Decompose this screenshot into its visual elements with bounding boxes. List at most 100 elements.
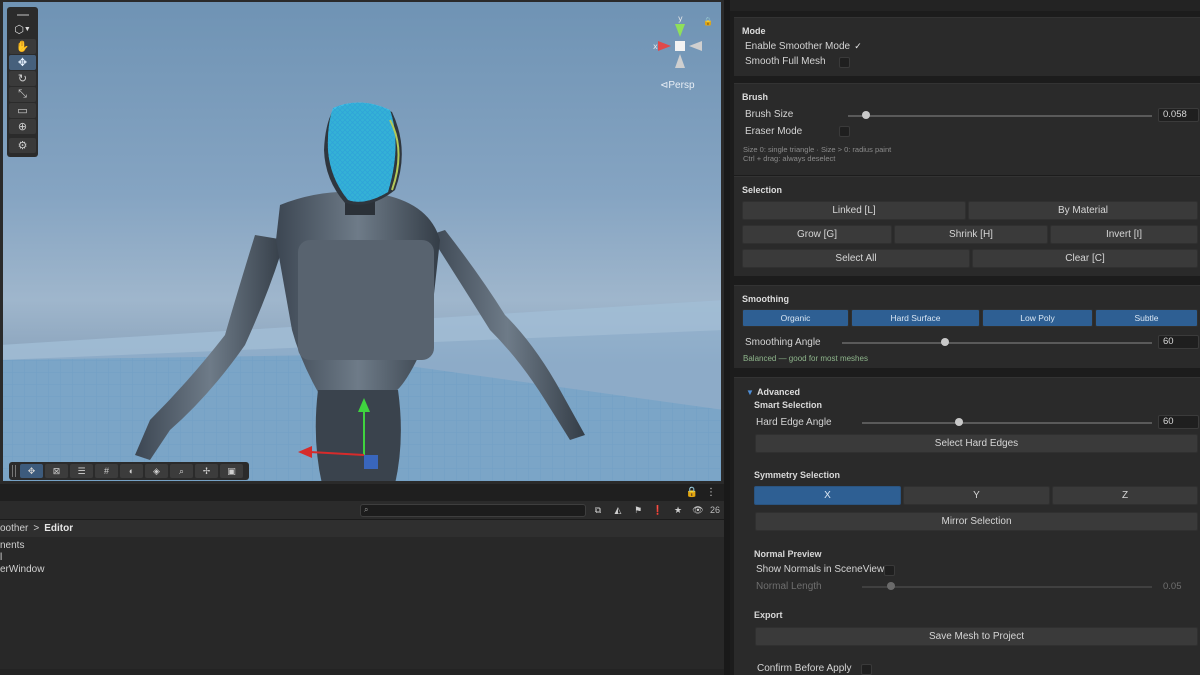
- breadcrumb: oother > Editor: [0, 520, 724, 537]
- transform-tool-button[interactable]: ⊕: [9, 119, 36, 134]
- by-material-button[interactable]: By Material: [968, 201, 1198, 220]
- custom-tool-button[interactable]: ⚙: [9, 138, 36, 153]
- overlay-camera-button[interactable]: ▣: [220, 464, 243, 478]
- grow-button[interactable]: Grow [G]: [742, 225, 892, 244]
- preset-low-poly-button[interactable]: Low Poly: [982, 309, 1093, 327]
- overlay-pivot-button[interactable]: ✢: [195, 464, 218, 478]
- section-title: Smoothing: [742, 294, 789, 304]
- slider-knob[interactable]: [954, 418, 963, 426]
- list-item[interactable]: l: [0, 552, 724, 564]
- rect-tool-button[interactable]: ▭: [9, 103, 36, 118]
- scene-viewport-render[interactable]: [0, 0, 724, 484]
- slider-knob[interactable]: [887, 582, 895, 590]
- smoothing-section: Smoothing Organic Hard Surface Low Poly …: [734, 285, 1200, 368]
- search-icon: ⌕: [363, 505, 369, 514]
- list-item[interactable]: erWindow: [0, 564, 724, 576]
- linked-button[interactable]: Linked [L]: [742, 201, 966, 220]
- overlay-mesh-button[interactable]: ◈: [145, 464, 168, 478]
- select-hard-edges-button[interactable]: Select Hard Edges: [755, 434, 1198, 453]
- hand-icon: ✋: [15, 41, 30, 53]
- preset-subtle-button[interactable]: Subtle: [1095, 309, 1198, 327]
- selection-section: Selection Linked [L] By Material Grow [G…: [734, 176, 1200, 276]
- smart-selection-title: Smart Selection: [754, 400, 823, 410]
- scene-view[interactable]: 🔒 y x ⊲Persp ⬡ ▼ ✋ ✥ ↻ ⤡ ▭ ⊕ ⚙ ✥ ⊠ ☰ # ◐ …: [0, 0, 724, 484]
- enable-smoother-checkbox[interactable]: ✓: [852, 42, 864, 53]
- snap-grid-icon: #: [103, 466, 109, 476]
- scale-tool-button[interactable]: ⤡: [9, 87, 36, 102]
- smoothing-hint: Balanced — good for most meshes: [743, 354, 868, 363]
- more-options-icon[interactable]: ⋮: [706, 487, 716, 498]
- overlay-snap-button[interactable]: #: [95, 464, 118, 478]
- horizontal-scrollbar[interactable]: [0, 669, 724, 675]
- favorite-star-icon[interactable]: ★: [670, 504, 686, 517]
- symmetry-y-button[interactable]: Y: [903, 486, 1050, 505]
- toolbox-grip[interactable]: [9, 10, 36, 20]
- move-icon: ✥: [27, 465, 36, 476]
- brush-size-field[interactable]: 0.058: [1158, 108, 1199, 122]
- orientation-gizmo[interactable]: y x: [650, 12, 714, 72]
- list-item[interactable]: nents: [0, 540, 724, 552]
- scene-search-icon[interactable]: ⧉: [590, 504, 606, 517]
- symmetry-x-button[interactable]: X: [754, 486, 901, 505]
- symmetry-z-button[interactable]: Z: [1052, 486, 1198, 505]
- overlay-search-button[interactable]: ⌕: [170, 464, 193, 478]
- foldout-arrow-icon[interactable]: ▼: [746, 388, 754, 397]
- mode-section: Mode Enable Smoother Mode ✓ Smooth Full …: [734, 17, 1200, 76]
- projection-toggle[interactable]: ⊲Persp: [660, 80, 695, 91]
- camera-icon: ▣: [227, 465, 236, 476]
- project-toolbar: ⌕ ⧉ ◭ ⚑ ❗ ★ 👁 26: [0, 501, 724, 520]
- align-icon: ☰: [77, 465, 86, 476]
- overlay-move-button[interactable]: ✥: [20, 464, 43, 478]
- preset-hard-surface-button[interactable]: Hard Surface: [851, 309, 980, 327]
- breadcrumb-current[interactable]: Editor: [44, 523, 73, 534]
- overlay-toolbar: ✥ ⊠ ☰ # ◐ ◈ ⌕ ✢ ▣: [9, 462, 249, 480]
- mirror-selection-button[interactable]: Mirror Selection: [755, 512, 1198, 531]
- select-all-button[interactable]: Select All: [742, 249, 970, 268]
- shading-icon: ◐: [128, 466, 135, 476]
- overlay-shading-button[interactable]: ◐: [120, 464, 143, 478]
- overlay-align-button[interactable]: ☰: [70, 464, 93, 478]
- advanced-foldout-title[interactable]: Advanced: [757, 387, 800, 397]
- clear-button[interactable]: Clear [C]: [972, 249, 1198, 268]
- breadcrumb-parent[interactable]: oother: [0, 523, 28, 534]
- smooth-full-mesh-label: Smooth Full Mesh: [745, 56, 826, 67]
- projection-label: Persp: [668, 80, 695, 91]
- slider-knob[interactable]: [861, 111, 870, 119]
- filter-type-icon[interactable]: ◭: [610, 504, 626, 517]
- gizmo-y-label: y: [678, 14, 683, 23]
- slider-track: [848, 115, 1152, 117]
- hand-tool-button[interactable]: ✋: [9, 39, 36, 54]
- smoothing-angle-field[interactable]: 60: [1158, 335, 1199, 349]
- custom-tool-icon: ⚙: [17, 140, 28, 152]
- confirm-before-apply-checkbox[interactable]: [861, 664, 872, 675]
- overlay-grid-button[interactable]: ⊠: [45, 464, 68, 478]
- show-normals-checkbox[interactable]: [884, 565, 895, 576]
- search-icon: ⌕: [178, 465, 185, 476]
- label-tag-icon[interactable]: ⚑: [630, 504, 646, 517]
- move-tool-button[interactable]: ✥: [9, 55, 36, 70]
- shrink-button[interactable]: Shrink [H]: [894, 225, 1048, 244]
- eraser-mode-checkbox[interactable]: [839, 126, 850, 137]
- slider-track: [862, 586, 1152, 588]
- invert-button[interactable]: Invert [I]: [1050, 225, 1198, 244]
- inspector-top-strip: [730, 0, 1200, 11]
- preset-organic-button[interactable]: Organic: [742, 309, 849, 327]
- pivot-icon: ✢: [202, 465, 211, 476]
- hidden-packages-icon[interactable]: 👁: [690, 504, 706, 517]
- normal-length-field[interactable]: 0.05: [1158, 580, 1199, 594]
- view-options-dropdown[interactable]: ⬡ ▼: [9, 20, 36, 38]
- gizmo-x-label: x: [653, 42, 658, 51]
- smooth-full-mesh-checkbox[interactable]: [839, 57, 850, 68]
- hard-edge-angle-field[interactable]: 60: [1158, 415, 1199, 429]
- enable-smoother-label: Enable Smoother Mode: [745, 41, 851, 52]
- project-tab-row: 🔒 ⋮: [0, 484, 724, 501]
- lock-icon[interactable]: 🔒: [686, 487, 698, 498]
- overlay-grip[interactable]: [12, 465, 16, 477]
- rotate-tool-button[interactable]: ↻: [9, 71, 36, 86]
- breadcrumb-separator: >: [33, 523, 40, 534]
- section-title: Mode: [742, 26, 766, 36]
- warning-icon[interactable]: ❗: [650, 504, 666, 517]
- save-mesh-button[interactable]: Save Mesh to Project: [755, 627, 1198, 646]
- slider-knob[interactable]: [941, 338, 950, 346]
- project-search-input[interactable]: ⌕: [359, 503, 586, 517]
